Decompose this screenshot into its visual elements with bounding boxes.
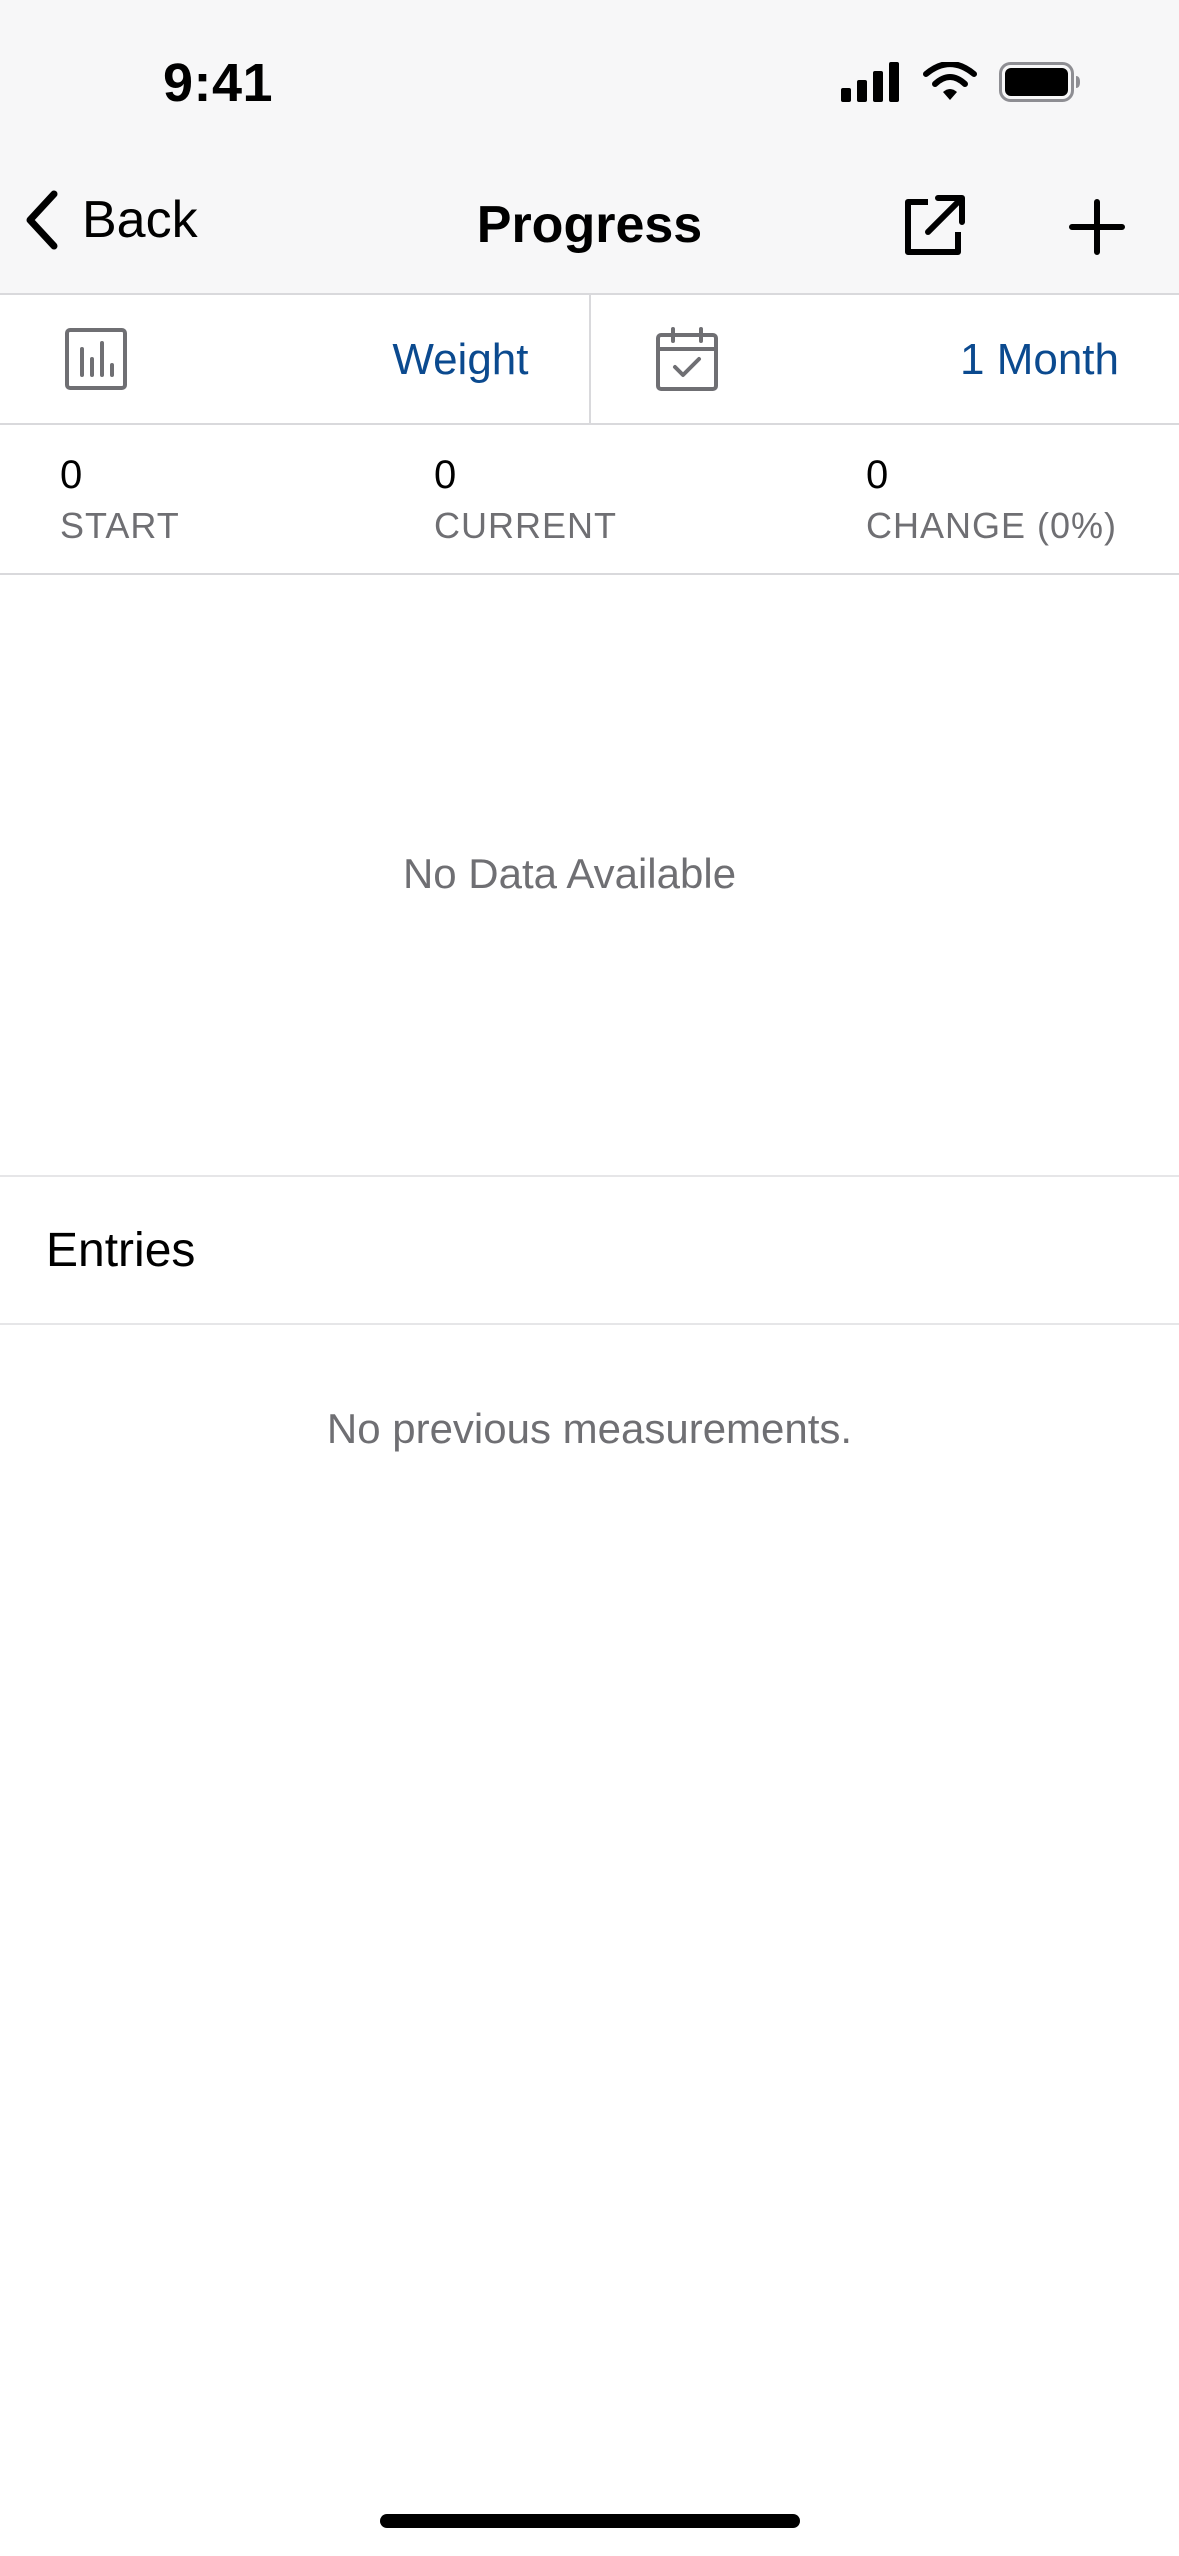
export-button[interactable] — [898, 192, 968, 262]
stat-current-label: CURRENT — [434, 505, 617, 546]
stat-current: 0 CURRENT — [434, 455, 617, 547]
entries-header: Entries — [0, 1177, 1179, 1325]
wifi-icon — [923, 62, 977, 100]
page-title: Progress — [476, 196, 703, 254]
battery-icon — [999, 62, 1080, 102]
metric-selector[interactable]: Weight — [0, 295, 589, 423]
top-bar: 9:41 Back Progress — [0, 0, 1179, 295]
stat-start-value: 0 — [60, 453, 83, 497]
stat-start-label: START — [60, 505, 180, 546]
chart-area: No Data Available — [0, 575, 1179, 1177]
bar-chart-icon — [65, 328, 127, 390]
progress-screen: 9:41 Back Progress Weight 1 Month 0 STAR… — [0, 0, 1179, 2556]
share-external-icon — [905, 195, 965, 255]
calendar-check-icon — [655, 327, 718, 391]
stat-change-label: CHANGE (0%) — [866, 505, 1118, 546]
range-selector[interactable]: 1 Month — [588, 295, 1179, 423]
stat-change: 0 CHANGE (0%) — [866, 455, 1117, 547]
stat-start: 0 START — [60, 455, 180, 547]
selector-row: Weight 1 Month — [0, 295, 1179, 425]
chart-empty-message: No Data Available — [402, 850, 737, 897]
stats-row: 0 START 0 CURRENT 0 CHANGE (0%) — [0, 425, 1179, 575]
entries-empty-message: No previous measurements. — [326, 1405, 853, 1452]
status-time: 9:41 — [163, 53, 274, 113]
stat-current-value: 0 — [434, 453, 457, 497]
cellular-signal-icon — [841, 62, 899, 102]
status-icons — [841, 62, 1081, 102]
home-indicator[interactable] — [380, 2514, 800, 2528]
add-entry-button[interactable] — [1062, 192, 1132, 262]
metric-value: Weight — [392, 335, 529, 384]
plus-icon — [1069, 199, 1125, 255]
range-value: 1 Month — [960, 335, 1119, 384]
entries-title: Entries — [46, 1224, 196, 1277]
stat-change-value: 0 — [866, 453, 889, 497]
